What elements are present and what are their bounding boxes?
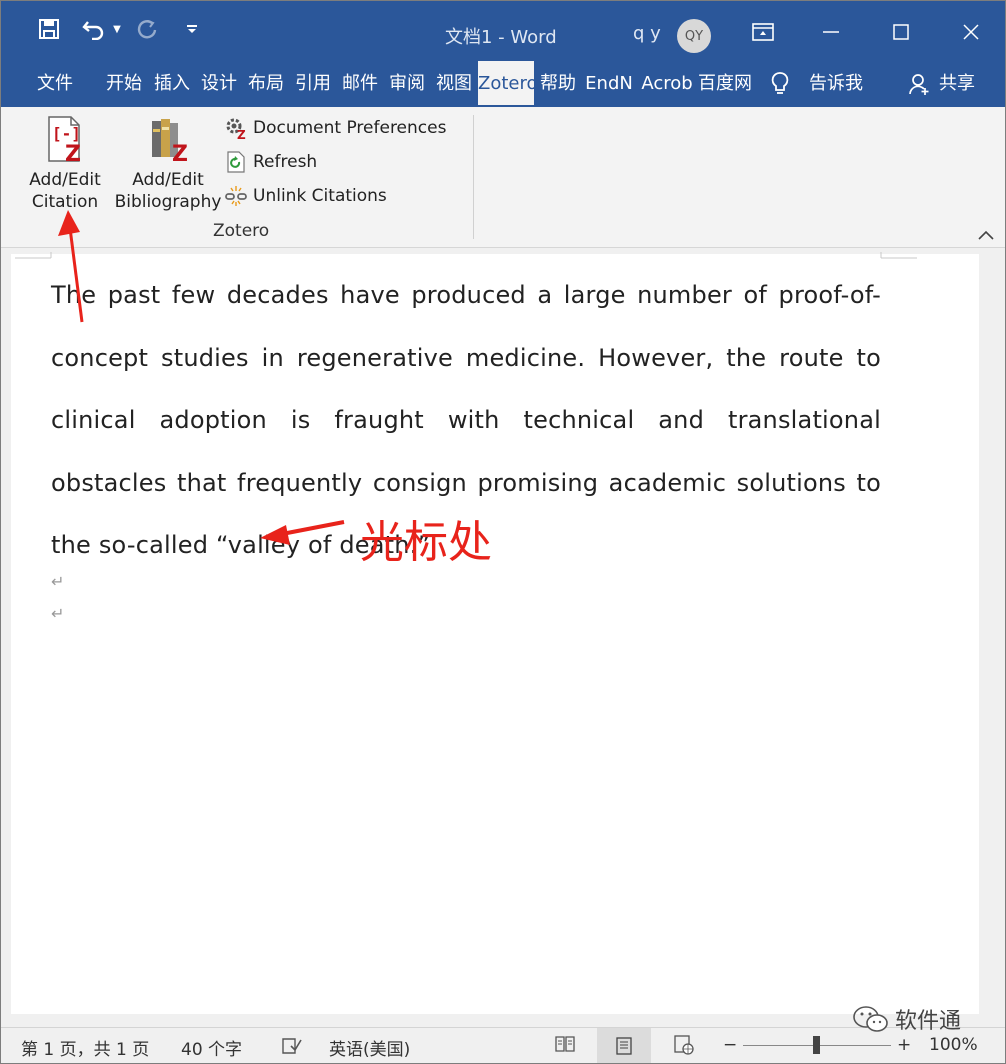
user-name[interactable]: q y (633, 23, 661, 44)
word-count[interactable]: 40 个字 (181, 1035, 242, 1060)
citation-icon: [-] Z (48, 116, 81, 167)
watermark: 软件通 (851, 1003, 961, 1035)
add-bibliography-label-2: Bibliography (114, 192, 222, 212)
paragraph-mark: ↵ (51, 604, 65, 623)
tab-references[interactable]: 引用 (290, 61, 336, 107)
tab-mailings[interactable]: 邮件 (337, 61, 383, 107)
unlink-citations-button[interactable]: Unlink Citations (223, 181, 387, 211)
document-preferences-label: Document Preferences (253, 118, 447, 138)
read-mode-icon[interactable] (554, 1034, 576, 1059)
minimize-icon[interactable] (811, 15, 851, 49)
tab-review[interactable]: 审阅 (384, 61, 430, 107)
refresh-icon (223, 149, 249, 175)
tab-layout[interactable]: 布局 (243, 61, 289, 107)
maximize-icon[interactable] (881, 15, 921, 49)
gear-icon: Z (223, 115, 249, 141)
tab-insert[interactable]: 插入 (149, 61, 195, 107)
cursor-annotation-label: 光标处 (360, 517, 492, 568)
ribbon-display-options-icon[interactable] (743, 15, 783, 49)
tab-home[interactable]: 开始 (101, 61, 147, 107)
margin-markers (15, 252, 917, 259)
zoom-out-button[interactable]: − (723, 1035, 737, 1055)
svg-text:Z: Z (65, 142, 81, 163)
bibliography-icon: Z (152, 119, 188, 167)
avatar[interactable]: QY (677, 19, 711, 53)
document-preferences-button[interactable]: Z Document Preferences (223, 113, 446, 143)
svg-text:Z: Z (172, 142, 188, 163)
broken-link-icon (223, 183, 249, 209)
add-edit-bibliography-button[interactable]: Z Add/Edit Bibliography (111, 115, 225, 213)
save-icon[interactable] (29, 15, 69, 43)
tab-file[interactable]: 文件 (25, 61, 85, 107)
svg-text:Z: Z (237, 128, 246, 140)
undo-icon[interactable] (79, 15, 109, 43)
tab-view[interactable]: 视图 (431, 61, 477, 107)
add-citation-label-2: Citation (31, 192, 99, 212)
ribbon-tabs: 文件 开始 插入 设计 布局 引用 邮件 审阅 视图 Zotero 帮助 End… (1, 61, 1005, 107)
unlink-citations-label: Unlink Citations (253, 186, 387, 206)
tab-endnote[interactable]: EndN (582, 61, 636, 107)
proofing-icon[interactable] (281, 1036, 303, 1061)
tab-baidu[interactable]: 百度网 (697, 61, 753, 107)
web-layout-icon[interactable] (673, 1034, 695, 1061)
print-layout-icon[interactable] (597, 1028, 651, 1063)
document-title: 文档1 - Word (445, 27, 557, 48)
tab-help[interactable]: 帮助 (535, 61, 581, 107)
undo-dropdown-icon[interactable]: ▼ (109, 15, 125, 43)
tab-acrobat[interactable]: Acrob (638, 61, 696, 107)
redo-icon[interactable] (133, 15, 163, 43)
ribbon-group-label: Zotero (213, 221, 270, 241)
share-person-icon[interactable] (903, 61, 935, 107)
zotero-ribbon: [-] Z Add/Edit Citation Z Add/Edit Bibli… (1, 107, 1005, 248)
refresh-label: Refresh (253, 152, 318, 172)
page-indicator[interactable]: 第 1 页，共 1 页 (21, 1035, 149, 1060)
collapse-ribbon-icon[interactable] (975, 227, 997, 243)
word-window: ▼ 文档1 - Word q y QY 文件 开始 插入 设计 布局 引用 邮件… (0, 0, 1006, 1064)
add-bibliography-label-1: Add/Edit (132, 170, 204, 190)
close-icon[interactable] (951, 15, 991, 49)
paragraph-mark: ↵ (51, 572, 65, 591)
ribbon-group-separator (473, 115, 474, 239)
svg-text:[-]: [-] (52, 124, 81, 143)
zoom-level[interactable]: 100% (929, 1035, 978, 1055)
title-bar: ▼ 文档1 - Word q y QY (1, 1, 1005, 61)
wechat-icon (853, 1006, 888, 1032)
language-indicator[interactable]: 英语(美国) (329, 1035, 410, 1060)
watermark-text: 软件通 (895, 1009, 962, 1034)
refresh-button[interactable]: Refresh (223, 147, 317, 177)
document-area: The past few decades have produced a lar… (1, 248, 1005, 1014)
share-button[interactable]: 共享 (935, 61, 979, 107)
zoom-in-button[interactable]: + (897, 1035, 911, 1055)
tab-zotero[interactable]: Zotero (478, 61, 534, 107)
document-page[interactable]: The past few decades have produced a lar… (11, 252, 979, 1014)
tell-me-search[interactable]: 告诉我 (801, 61, 871, 107)
customize-toolbar-icon[interactable] (181, 15, 203, 43)
tab-design[interactable]: 设计 (196, 61, 242, 107)
lightbulb-icon[interactable] (765, 61, 795, 107)
zoom-slider-thumb[interactable] (813, 1036, 820, 1054)
add-citation-label-1: Add/Edit (29, 170, 101, 190)
add-edit-citation-button[interactable]: [-] Z Add/Edit Citation (19, 115, 111, 213)
